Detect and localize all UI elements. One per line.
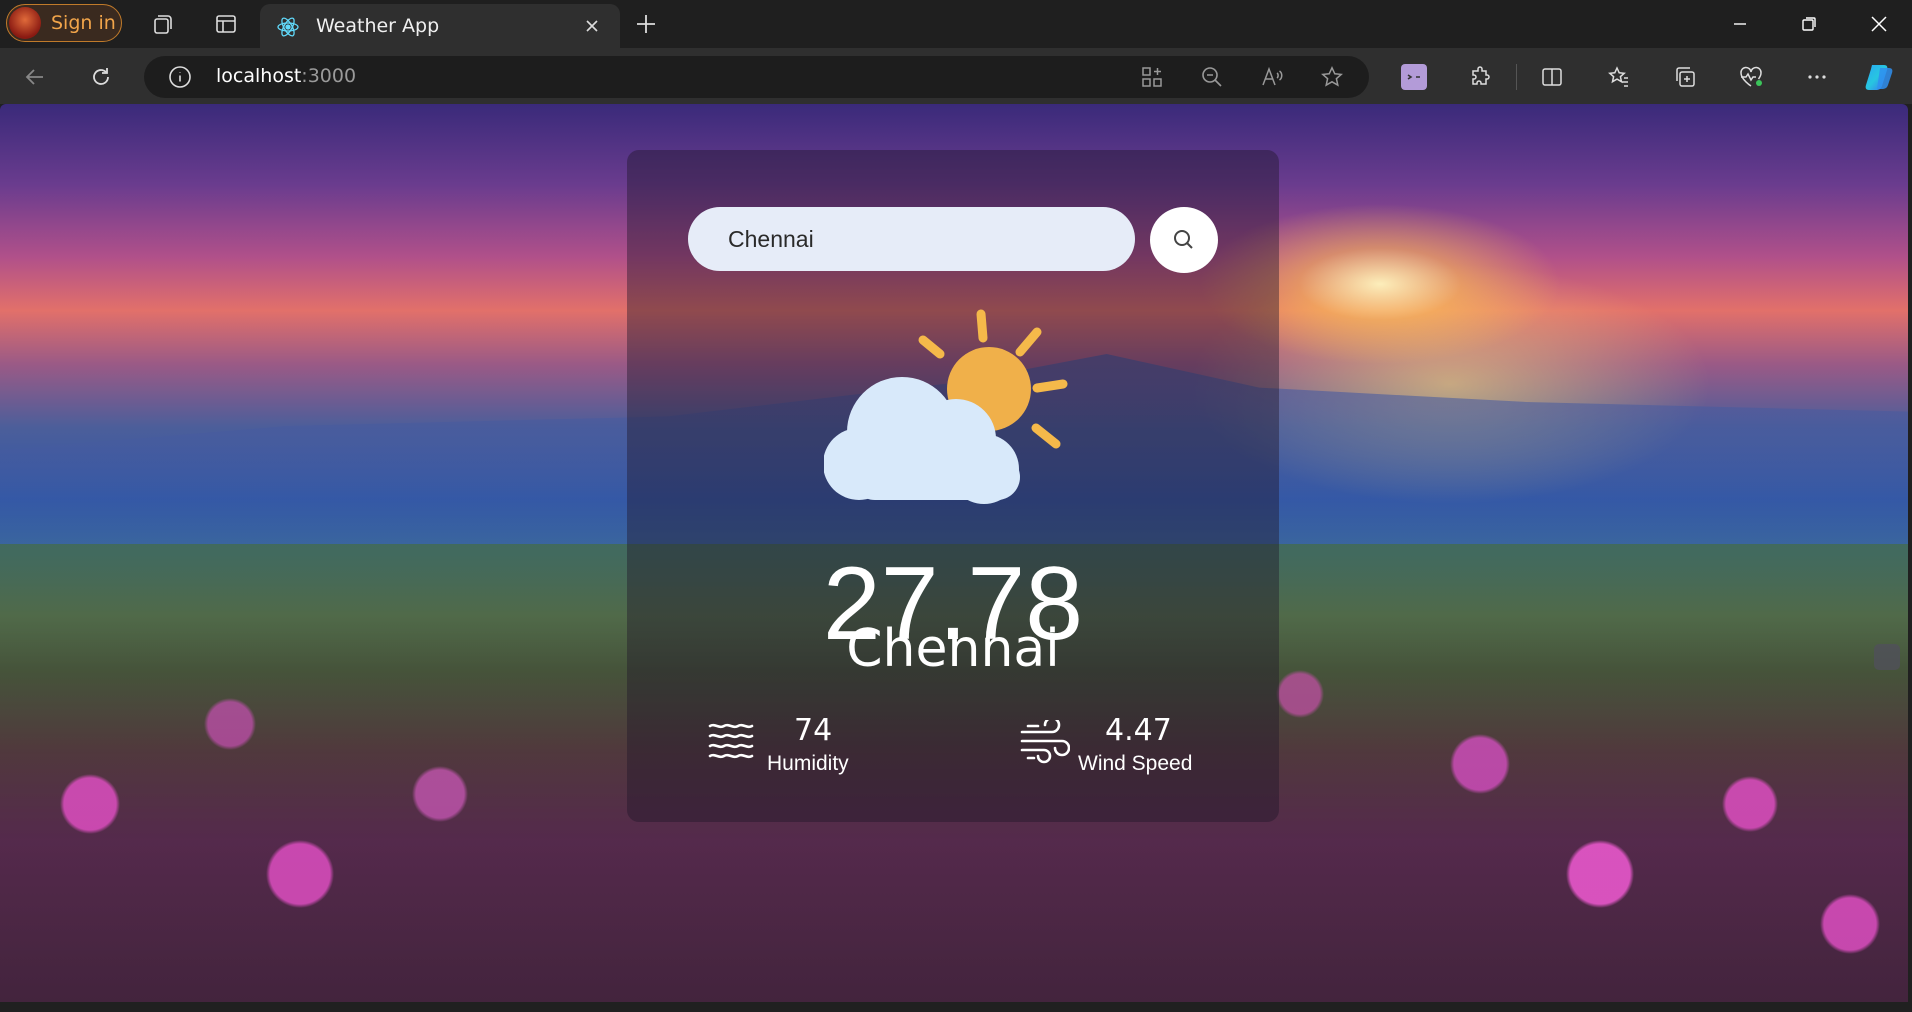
close-window-icon[interactable]: [1851, 6, 1907, 42]
profile-button-label: Sign in: [51, 12, 116, 34]
extension-icon[interactable]: [1397, 60, 1431, 94]
title-bar: Sign in Weather App: [0, 0, 1912, 48]
split-screen-icon[interactable]: [1535, 60, 1569, 94]
close-tab-icon[interactable]: [578, 12, 606, 40]
wind-speed-value: 4.47: [1105, 713, 1172, 748]
address-bar[interactable]: localhost:3000: [144, 56, 1369, 98]
react-favicon: [276, 15, 300, 39]
humidity-label: Humidity: [767, 752, 849, 775]
city-name: Chennai: [846, 619, 1060, 679]
browser-essentials-icon[interactable]: [1734, 60, 1768, 94]
weather-card: 27.78 Chennai 74 Humidity: [627, 150, 1279, 822]
tab-title: Weather App: [316, 15, 440, 37]
tab-weather-app[interactable]: Weather App: [260, 4, 620, 48]
url-host: localhost: [216, 65, 302, 87]
avatar: [9, 7, 41, 39]
extensions-icon[interactable]: [1464, 60, 1498, 94]
collections-icon[interactable]: [1668, 60, 1702, 94]
sidebar-extension-icon[interactable]: [1874, 644, 1900, 670]
minimize-icon[interactable]: [1712, 6, 1768, 42]
humidity-icon: [707, 722, 757, 764]
partly-cloudy-icon: [823, 304, 1114, 504]
tab-actions-icon[interactable]: [212, 10, 240, 38]
restore-icon[interactable]: [1781, 6, 1837, 42]
new-tab-icon[interactable]: [632, 10, 660, 38]
wind-speed-label: Wind Speed: [1078, 752, 1193, 775]
humidity-stat: 74 Humidity: [707, 714, 907, 784]
page-viewport: 27.78 Chennai 74 Humidity: [0, 104, 1908, 1002]
profile-button[interactable]: Sign in: [6, 4, 122, 42]
read-aloud-icon[interactable]: [1260, 65, 1284, 89]
app-available-icon[interactable]: [1140, 65, 1164, 89]
refresh-icon[interactable]: [84, 60, 118, 94]
humidity-value: 74: [794, 713, 833, 748]
back-icon[interactable]: [18, 60, 52, 94]
favorite-icon[interactable]: [1320, 65, 1344, 89]
browser-toolbar: localhost:3000: [0, 48, 1912, 104]
more-icon[interactable]: [1800, 60, 1834, 94]
favorites-icon[interactable]: [1602, 60, 1636, 94]
search-icon: [1174, 230, 1193, 249]
zoom-out-icon[interactable]: [1200, 65, 1224, 89]
url-text: localhost:3000: [216, 65, 356, 87]
copilot-icon[interactable]: [1862, 60, 1896, 94]
url-port: :3000: [301, 65, 357, 87]
toolbar-divider: [1516, 64, 1517, 90]
wind-icon: [1020, 716, 1071, 766]
search-box: [688, 207, 1135, 271]
site-info-icon[interactable]: [168, 65, 192, 89]
wind-speed-stat: 4.47 Wind Speed: [1020, 714, 1220, 784]
city-search-input[interactable]: [688, 207, 1135, 271]
workspaces-icon[interactable]: [148, 10, 176, 38]
search-button[interactable]: [1150, 207, 1218, 273]
